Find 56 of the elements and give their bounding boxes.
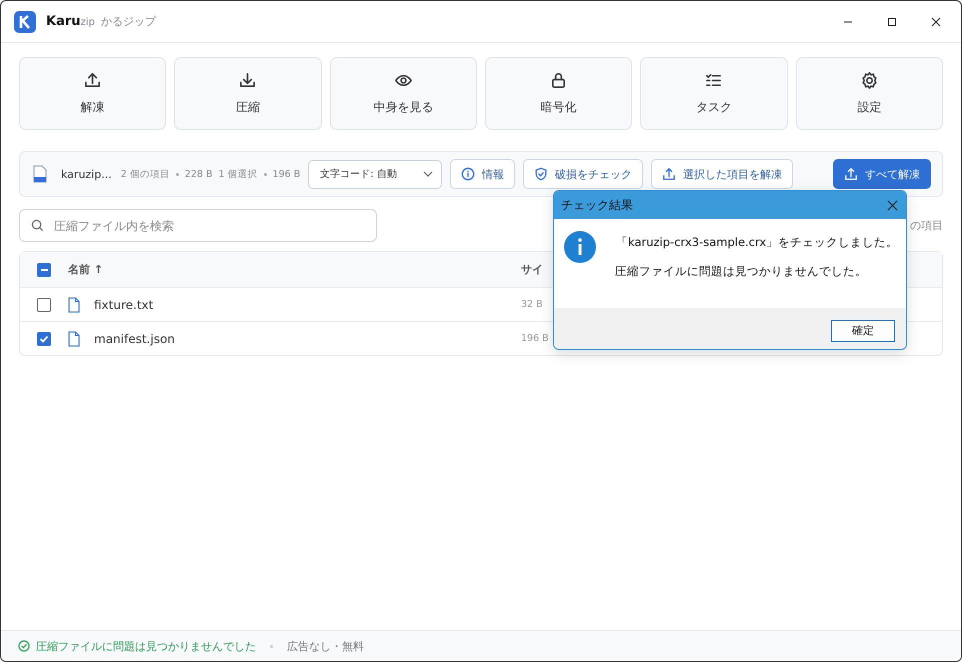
- settings-icon: [860, 71, 879, 90]
- toolbar-button[interactable]: 解凍: [19, 57, 166, 130]
- dialog-detail: 圧縮ファイルに問題は見つかりませんでした。: [615, 264, 868, 279]
- status-note: 広告なし・無料: [287, 638, 364, 654]
- file-name[interactable]: fixture.txt: [94, 298, 154, 312]
- info-icon: [564, 231, 596, 263]
- status-message: 圧縮ファイルに問題は見つかりませんでした: [36, 638, 256, 654]
- maximize-icon[interactable]: [887, 16, 897, 26]
- action-button[interactable]: 選択した項目を解凍: [651, 159, 794, 189]
- separator-dot: [176, 172, 179, 176]
- dialog-title: チェック結果: [561, 196, 633, 214]
- app-logo-icon: [14, 10, 36, 32]
- file-size: 196 B: [521, 333, 549, 344]
- ok-button[interactable]: 確定: [831, 320, 895, 342]
- upload-icon: [662, 167, 676, 181]
- action-button[interactable]: 情報: [450, 159, 516, 189]
- action-button[interactable]: 破損をチェック: [523, 159, 644, 189]
- download-icon: [238, 71, 258, 90]
- selected-size: 196 B: [272, 168, 300, 180]
- upload-icon: [83, 71, 102, 90]
- action-button[interactable]: すべて解凍: [833, 159, 931, 189]
- close-icon[interactable]: [931, 16, 941, 26]
- toolbar-button[interactable]: 中身を見る: [330, 57, 477, 130]
- select-all-checkbox[interactable]: [37, 262, 51, 276]
- file-icon: [68, 330, 80, 346]
- toolbar-button[interactable]: 圧縮: [174, 57, 322, 130]
- column-header[interactable]: 名前 ↑: [68, 262, 521, 277]
- toolbar-button[interactable]: 設定: [796, 57, 943, 130]
- shield-check-icon: [534, 167, 548, 181]
- row-checkbox[interactable]: [37, 332, 51, 346]
- column-header[interactable]: サイ: [521, 262, 543, 277]
- check-circle-icon: [18, 640, 30, 652]
- separator-dot: [264, 172, 267, 176]
- file-size: 32 B: [521, 299, 543, 310]
- info-icon: [461, 167, 476, 181]
- file-icon: [68, 296, 80, 312]
- search-field[interactable]: 圧縮ファイル内を検索: [19, 209, 377, 242]
- app-name: Karuzip: [46, 14, 95, 29]
- item-count: 2 個の項目: [120, 168, 170, 180]
- upload-icon: [844, 167, 858, 181]
- row-checkbox[interactable]: [37, 298, 51, 312]
- app-subtitle: かるジップ: [100, 14, 156, 29]
- toolbar-button[interactable]: タスク: [640, 57, 788, 130]
- dialog-message: 「karuzip-crx3-sample.crx」をチェックしました。: [616, 235, 898, 250]
- toolbar-button[interactable]: 暗号化: [484, 57, 632, 130]
- search-icon: [31, 219, 44, 232]
- archive-file-icon: [33, 165, 47, 183]
- encoding-dropdown[interactable]: 文字コード: 自動: [308, 160, 442, 188]
- search-input[interactable]: 圧縮ファイル内を検索: [52, 218, 365, 234]
- separator-dot: [270, 644, 273, 648]
- selected-count: 1 個選択: [218, 168, 258, 180]
- chevron-down-icon: [423, 171, 434, 177]
- archive-name: karuzip...: [61, 168, 112, 180]
- total-size: 228 B: [184, 168, 212, 180]
- file-name[interactable]: manifest.json: [94, 332, 175, 346]
- item-count-label: の項目: [910, 218, 943, 233]
